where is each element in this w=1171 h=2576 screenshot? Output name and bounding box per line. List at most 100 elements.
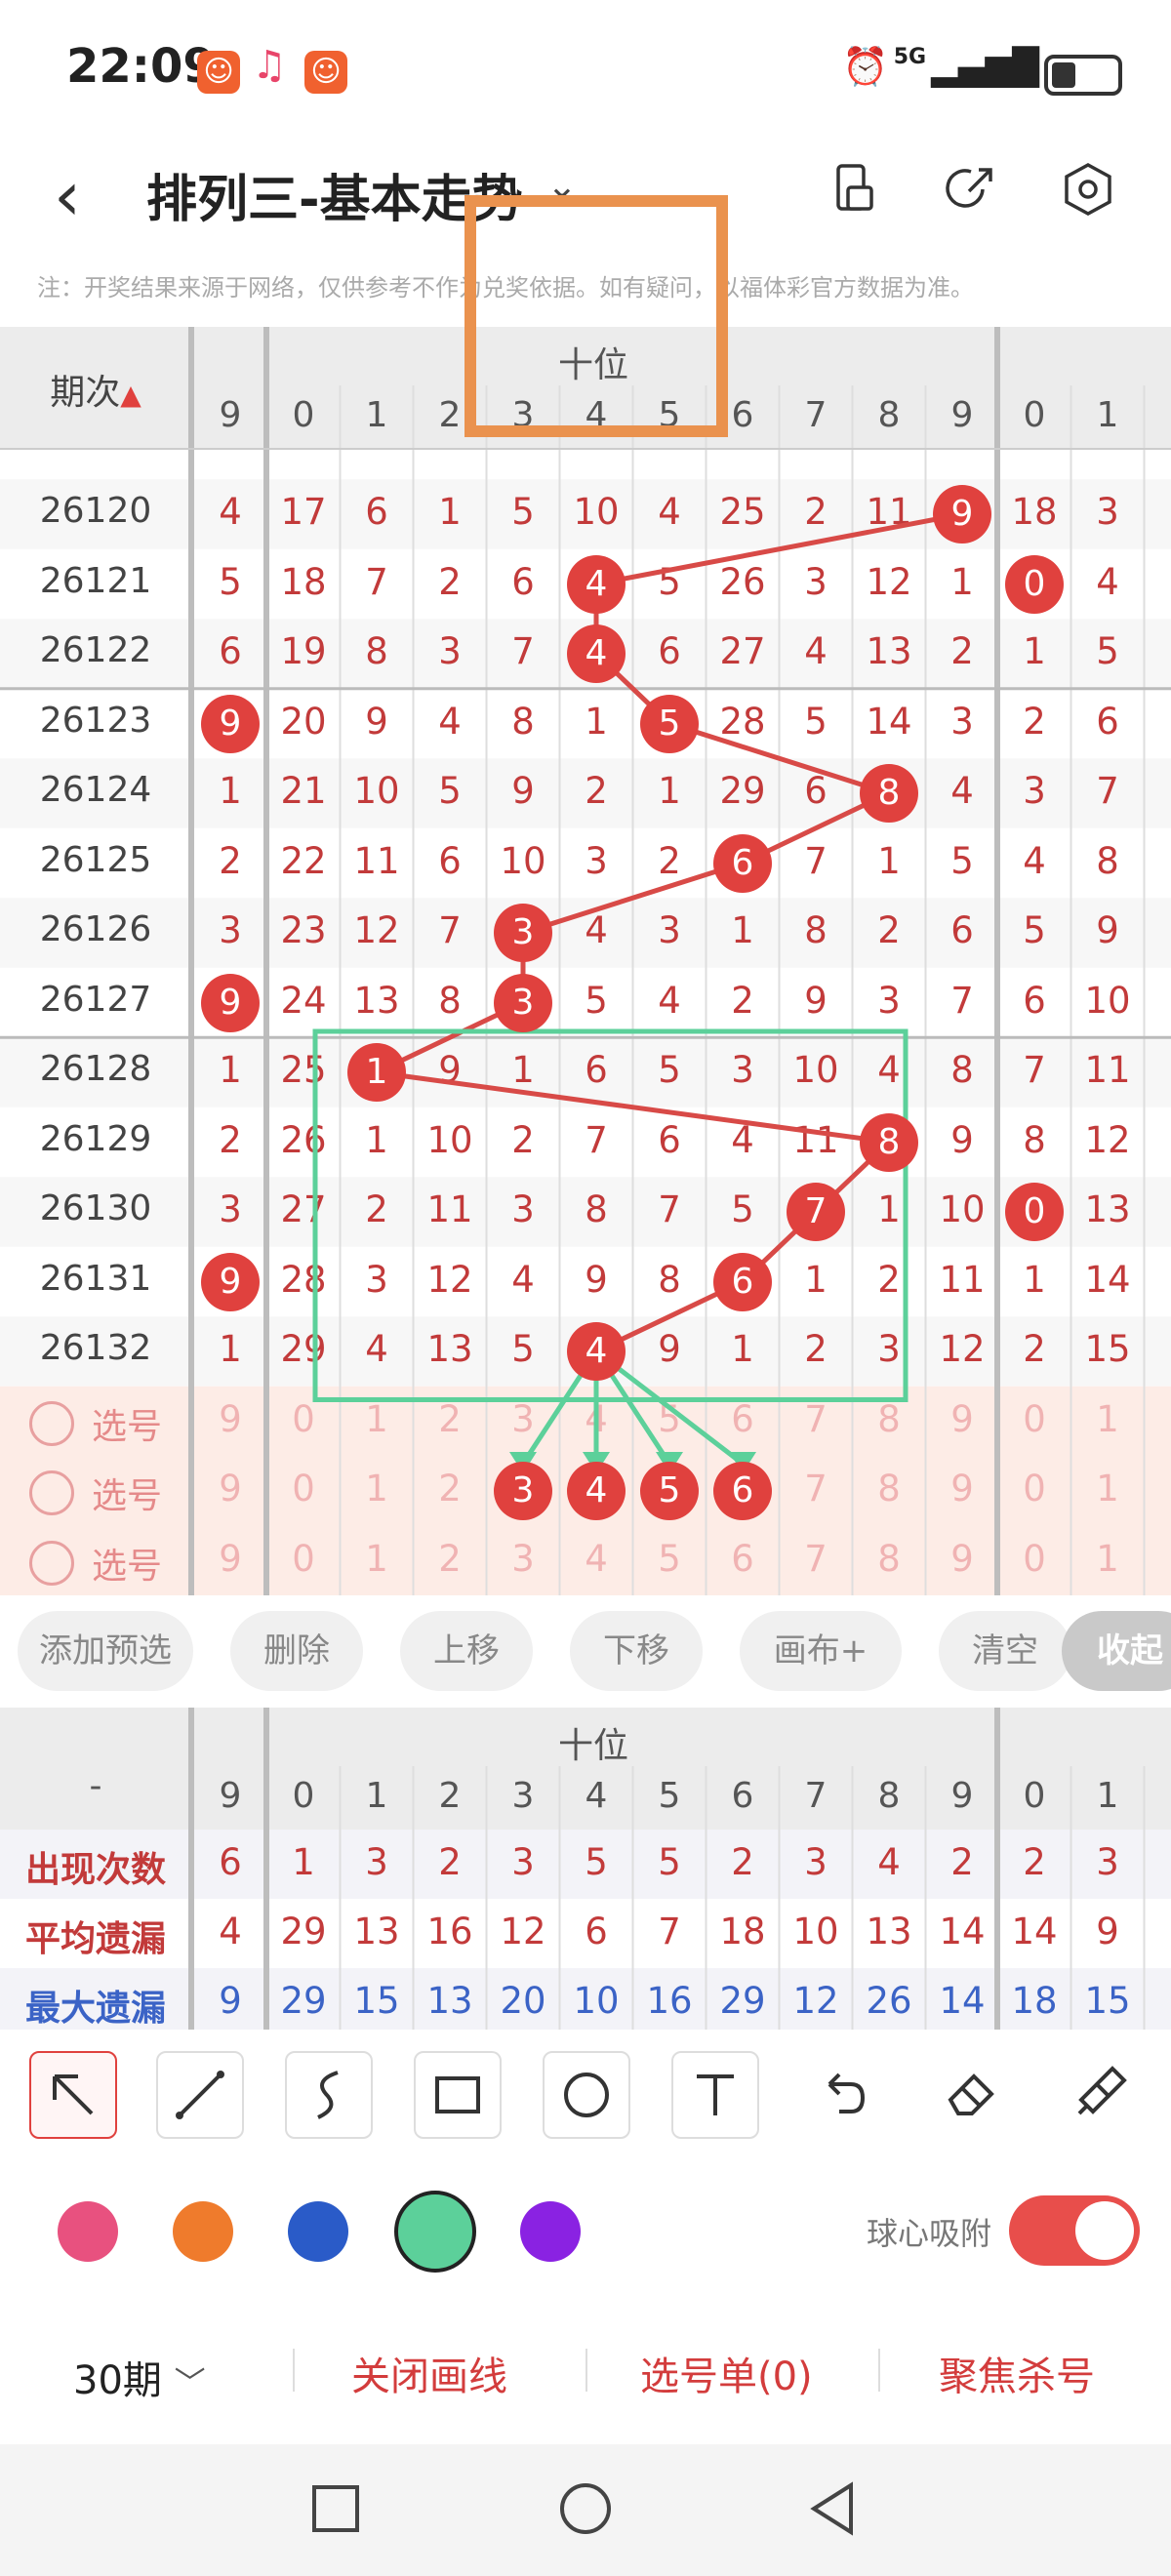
stats-value: 10 (792, 1910, 839, 1952)
color-swatch[interactable] (288, 2201, 348, 2262)
drawing-layer[interactable] (0, 327, 1171, 1595)
stats-value: 12 (500, 1910, 546, 1952)
bottom-bar: 30期 ﹀ 关闭画线 选号单(0) 聚焦杀号 (0, 2298, 1171, 2444)
trend-line (368, 511, 963, 1354)
stats-value: 9 (219, 1979, 242, 2022)
eraser-icon[interactable] (929, 2051, 1013, 2135)
selected-number-ball[interactable]: 3 (494, 1462, 552, 1520)
phone-orientation-icon[interactable] (825, 160, 883, 219)
stats-value: 4 (877, 1840, 901, 1883)
stats-value: 2 (438, 1840, 462, 1883)
stats-value: 4 (219, 1910, 242, 1952)
selected-number-ball[interactable]: 4 (567, 1462, 626, 1520)
line-icon (176, 2071, 224, 2119)
drawn-number-ball[interactable]: 1 (347, 1043, 406, 1102)
orange-highlight-box (464, 195, 728, 437)
stats-value: 13 (353, 1910, 400, 1952)
drawn-number-ball[interactable]: 9 (933, 485, 991, 543)
move-up-button[interactable]: 上移 (400, 1611, 533, 1691)
chevron-down-icon-period: ﹀ (174, 2364, 206, 2401)
stats-column-header: 9 (219, 1776, 242, 1816)
drawn-number-ball[interactable]: 6 (713, 1252, 772, 1311)
canvas-plus-button[interactable]: 画布+ (740, 1611, 902, 1691)
selection-list-button[interactable]: 选号单(0) (640, 2345, 813, 2401)
drawn-number-ball[interactable]: 0 (1005, 1183, 1064, 1241)
drawn-number-ball[interactable]: 8 (860, 1112, 918, 1172)
stats-value: 20 (500, 1979, 546, 2022)
stats-column-header: 1 (1096, 1776, 1119, 1816)
period-selector[interactable]: 30期 ﹀ (73, 2349, 206, 2405)
stats-value: 6 (219, 1840, 242, 1883)
recents-icon[interactable] (308, 2481, 363, 2536)
stats-value: 14 (939, 1910, 986, 1952)
collapse-button[interactable]: 收起 (1062, 1611, 1171, 1691)
drawn-number-ball[interactable]: 4 (567, 624, 626, 683)
drawn-number-ball[interactable]: 4 (567, 554, 626, 614)
drawn-number-ball[interactable]: 9 (201, 1252, 260, 1311)
drawn-number-ball[interactable]: 0 (1005, 554, 1064, 614)
snap-label: 球心吸附 (867, 2215, 992, 2252)
focus-kill-button[interactable]: 聚焦杀号 (939, 2345, 1095, 2401)
tool-circle[interactable] (543, 2051, 630, 2139)
selected-number-ball[interactable]: 5 (640, 1462, 699, 1520)
color-swatch[interactable] (520, 2201, 581, 2262)
alarm-icon: ⏰ (842, 45, 889, 88)
close-lines-button[interactable]: 关闭画线 (351, 2345, 507, 2401)
color-swatch[interactable] (173, 2201, 233, 2262)
tool-rectangle[interactable] (414, 2051, 502, 2139)
trend-grid[interactable]: 期次▲ 十位 9012345678901 26120 4 17 6 1 5 10 4 25 2 11… (0, 327, 1171, 1595)
drawn-number-ball[interactable]: 6 (713, 833, 772, 893)
color-swatch[interactable] (394, 2191, 476, 2273)
selected-number-ball[interactable]: 6 (713, 1462, 772, 1520)
stats-value: 29 (280, 1979, 327, 2022)
share-icon[interactable] (942, 160, 1000, 219)
action-bar: 添加预选 删除 上移 下移 画布+ 清空 收起 (0, 1595, 1171, 1708)
tool-select-arrow[interactable] (29, 2051, 117, 2139)
color-swatch[interactable] (58, 2201, 118, 2262)
drawn-number-ball[interactable]: 3 (494, 904, 552, 962)
move-down-button[interactable]: 下移 (570, 1611, 703, 1691)
drawn-number-ball[interactable]: 9 (201, 694, 260, 753)
stats-value: 3 (365, 1840, 388, 1883)
stats-value: 10 (573, 1979, 620, 2022)
stats-value: 13 (426, 1979, 473, 2022)
home-icon[interactable] (556, 2479, 615, 2538)
settings-icon[interactable] (1059, 160, 1117, 219)
text-icon (697, 2074, 734, 2115)
stats-value: 3 (1096, 1840, 1119, 1883)
delete-button[interactable]: 删除 (230, 1611, 363, 1691)
stats-value: 18 (719, 1910, 766, 1952)
stats-row-label: 最大遗漏 (24, 1988, 166, 2029)
color-palette-bar: 球心吸附 (0, 2166, 1171, 2300)
drawn-number-ball[interactable]: 3 (494, 973, 552, 1032)
stats-column-header: 6 (731, 1776, 754, 1816)
drawn-number-ball[interactable]: 7 (787, 1183, 845, 1241)
stats-value: 14 (1011, 1910, 1058, 1952)
battery-icon (1044, 54, 1122, 96)
brush-icon[interactable] (1058, 2051, 1142, 2135)
back-icon[interactable]: ‹ (54, 156, 81, 236)
snap-toggle[interactable] (1009, 2195, 1140, 2266)
stats-value: 29 (280, 1910, 327, 1952)
undo-icon[interactable] (800, 2051, 884, 2135)
stats-value: 6 (585, 1910, 608, 1952)
stats-row-label: 平均遗漏 (24, 1918, 166, 1959)
stats-column-header: 5 (658, 1776, 681, 1816)
stats-value: 7 (658, 1910, 681, 1952)
stats-value: 16 (646, 1979, 693, 2022)
tool-line[interactable] (156, 2051, 244, 2139)
tool-text[interactable] (671, 2051, 759, 2139)
drawn-number-ball[interactable]: 8 (860, 764, 918, 823)
add-preselect-button[interactable]: 添加预选 (18, 1611, 193, 1691)
stats-value: 14 (939, 1979, 986, 2022)
drawn-number-ball[interactable]: 9 (201, 973, 260, 1032)
drawn-number-ball[interactable]: 4 (567, 1322, 626, 1381)
back-nav-icon[interactable] (806, 2479, 861, 2538)
drawn-number-ball[interactable]: 5 (640, 694, 699, 753)
stats-value: 15 (1084, 1979, 1131, 2022)
stats-value: 26 (866, 1979, 912, 2022)
clear-button[interactable]: 清空 (939, 1611, 1071, 1691)
status-bar: 22:09 ☺ ♫ ☺ ⏰ 5G ▂▄▆█ (0, 0, 1171, 137)
arrow-icon (53, 2074, 94, 2115)
tool-curve[interactable] (285, 2051, 373, 2139)
